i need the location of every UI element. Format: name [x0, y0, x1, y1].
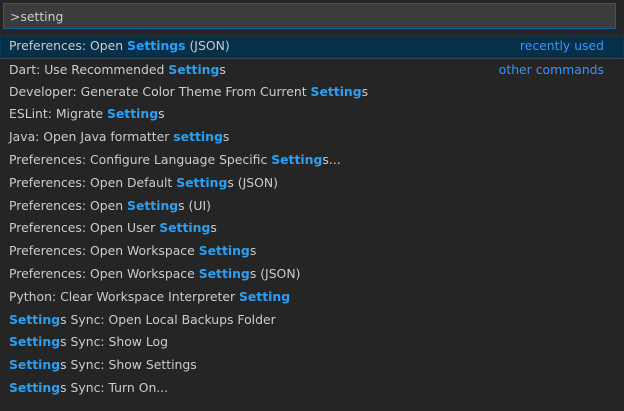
- command-label-text: Preferences: Open Default: [9, 174, 177, 190]
- match-highlight: Setting: [106, 106, 159, 122]
- command-label-text: Developer: Generate Color Theme From Cur…: [9, 83, 311, 99]
- command-item[interactable]: Settings Sync: Show Log: [0, 331, 624, 354]
- command-label-text: Preferences: Configure Language Specific: [9, 151, 272, 167]
- command-label: Settings Sync: Show Log: [9, 334, 168, 349]
- command-label: Developer: Generate Color Theme From Cur…: [9, 84, 368, 99]
- command-item[interactable]: Preferences: Configure Language Specific…: [0, 149, 624, 172]
- command-label-text: s: [361, 83, 369, 99]
- command-label-text: s (UI): [178, 197, 211, 213]
- match-highlight: Settings: [127, 38, 186, 53]
- match-highlight: Setting: [198, 243, 250, 259]
- command-label-text: Preferences: Open Workspace: [9, 243, 199, 259]
- command-item[interactable]: Java: Open Java formatter settings: [0, 126, 624, 149]
- command-item[interactable]: Preferences: Open Workspace Settings: [0, 240, 624, 263]
- command-label-text: (JSON): [185, 38, 230, 53]
- command-palette: Preferences: Open Settings (JSON)recentl…: [0, 0, 624, 411]
- command-label-text: s Sync: Open Local Backups Folder: [60, 311, 276, 327]
- group-label: other commands: [498, 61, 604, 77]
- command-label: ESLint: Migrate Settings: [9, 106, 165, 121]
- command-label: Settings Sync: Open Local Backups Folder: [9, 312, 276, 327]
- command-label-text: s: [158, 106, 165, 122]
- command-search-input[interactable]: [4, 4, 615, 28]
- command-label-text: s...: [322, 151, 341, 167]
- command-label: Settings Sync: Show Settings: [9, 357, 197, 372]
- command-item[interactable]: ESLint: Migrate Settings: [0, 103, 624, 126]
- command-label-text: Preferences: Open: [9, 38, 128, 53]
- command-item[interactable]: Settings Sync: Show Settings: [0, 354, 624, 377]
- command-label: Preferences: Open User Settings: [9, 220, 217, 235]
- command-label: Preferences: Open Workspace Settings: [9, 243, 256, 258]
- command-label-text: Preferences: Open Workspace: [9, 265, 199, 281]
- match-highlight: Setting: [9, 357, 61, 373]
- command-item[interactable]: Dart: Use Recommended Settings other comm…: [0, 57, 624, 81]
- command-input-box[interactable]: [3, 3, 616, 29]
- command-label: Preferences: Open Workspace Settings (JS…: [9, 266, 300, 281]
- command-label-text: s: [210, 220, 217, 236]
- match-highlight: Setting: [238, 288, 291, 304]
- match-highlight: setting: [173, 129, 223, 145]
- match-highlight: Setting: [9, 311, 61, 327]
- match-highlight: Setting: [310, 83, 362, 99]
- match-highlight: Setting: [198, 265, 250, 281]
- command-label-text: s Sync: Show Settings: [60, 357, 197, 373]
- command-item[interactable]: Settings Sync: Turn On...: [0, 377, 624, 400]
- command-item[interactable]: Preferences: Open User Settings: [0, 217, 624, 240]
- match-highlight: Setting: [9, 379, 61, 395]
- command-label-text: s (JSON): [227, 174, 278, 190]
- group-label: recently used: [519, 38, 604, 53]
- command-label: Python: Clear Workspace Interpreter Sett…: [9, 289, 290, 304]
- match-highlight: Setting: [159, 220, 211, 236]
- command-item[interactable]: Preferences: Open Settings (UI): [0, 195, 624, 218]
- command-label-text: Python: Clear Workspace Interpreter: [9, 288, 239, 304]
- command-label-text: s: [249, 243, 257, 259]
- command-item[interactable]: Developer: Generate Color Theme From Cur…: [0, 81, 624, 104]
- command-label: Java: Open Java formatter settings: [9, 129, 229, 144]
- command-label-text: s: [222, 129, 230, 145]
- command-label-text: s Sync: Show Log: [60, 334, 168, 350]
- command-label-text: Java: Open Java formatter: [9, 129, 174, 145]
- command-label-text: s Sync: Turn On...: [60, 379, 169, 395]
- command-label-text: s: [219, 61, 226, 77]
- command-label: Preferences: Open Settings (UI): [9, 198, 211, 213]
- command-item[interactable]: Preferences: Open Settings (JSON) recentl…: [0, 35, 624, 58]
- command-label-text: Dart: Use Recommended: [9, 61, 169, 77]
- match-highlight: Setting: [176, 174, 228, 190]
- match-highlight: Setting: [271, 151, 323, 167]
- command-item[interactable]: Python: Clear Workspace Interpreter Sett…: [0, 286, 624, 309]
- command-results-list: Preferences: Open Settings (JSON) recentl…: [0, 35, 624, 400]
- match-highlight: Setting: [127, 197, 179, 213]
- command-label-text: Preferences: Open: [9, 197, 128, 213]
- command-item[interactable]: Preferences: Open Workspace Settings (JS…: [0, 263, 624, 286]
- command-label-text: Preferences: Open User: [9, 220, 160, 236]
- command-label-text: ESLint: Migrate: [9, 106, 107, 122]
- command-label: Preferences: Open Default Settings (JSON…: [9, 175, 278, 190]
- command-item[interactable]: Preferences: Open Default Settings (JSON…: [0, 172, 624, 195]
- match-highlight: Setting: [168, 61, 220, 77]
- match-highlight: Setting: [9, 334, 61, 350]
- command-item[interactable]: Settings Sync: Open Local Backups Folder: [0, 309, 624, 332]
- command-label: Dart: Use Recommended Settings: [9, 62, 226, 77]
- command-label: Preferences: Configure Language Specific…: [9, 152, 341, 167]
- command-label: Preferences: Open Settings (JSON): [9, 38, 230, 53]
- command-label: Settings Sync: Turn On...: [9, 380, 168, 395]
- command-label-text: s (JSON): [249, 265, 301, 281]
